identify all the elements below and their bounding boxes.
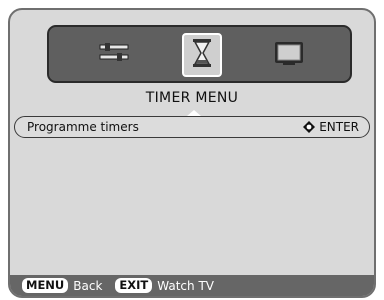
hourglass-icon (191, 38, 213, 72)
enter-hint-label: ENTER (319, 120, 359, 134)
menu-item-programme-timers[interactable]: Programme timers ENTER (14, 116, 370, 138)
exit-key-badge[interactable]: EXIT (115, 278, 153, 293)
tv-menu-screen: TIMER MENU Programme timers ENTER MENU B… (8, 8, 376, 298)
tab-timer[interactable] (182, 33, 222, 77)
footer-bar: MENU Back EXIT Watch TV (10, 275, 374, 296)
tab-tv[interactable] (269, 33, 309, 77)
settings-sliders-icon (99, 42, 129, 68)
menu-title: TIMER MENU (145, 90, 239, 106)
tv-icon (274, 40, 304, 70)
exit-key-label: Watch TV (157, 278, 214, 293)
menu-key-label: Back (73, 278, 103, 293)
tab-settings[interactable] (94, 33, 134, 77)
menu-icon-bar (47, 25, 352, 83)
menu-item-label: Programme timers (27, 120, 139, 134)
enter-hint: ENTER (303, 120, 359, 134)
menu-key-badge[interactable]: MENU (22, 278, 69, 293)
navigation-pad-icon (303, 121, 316, 133)
